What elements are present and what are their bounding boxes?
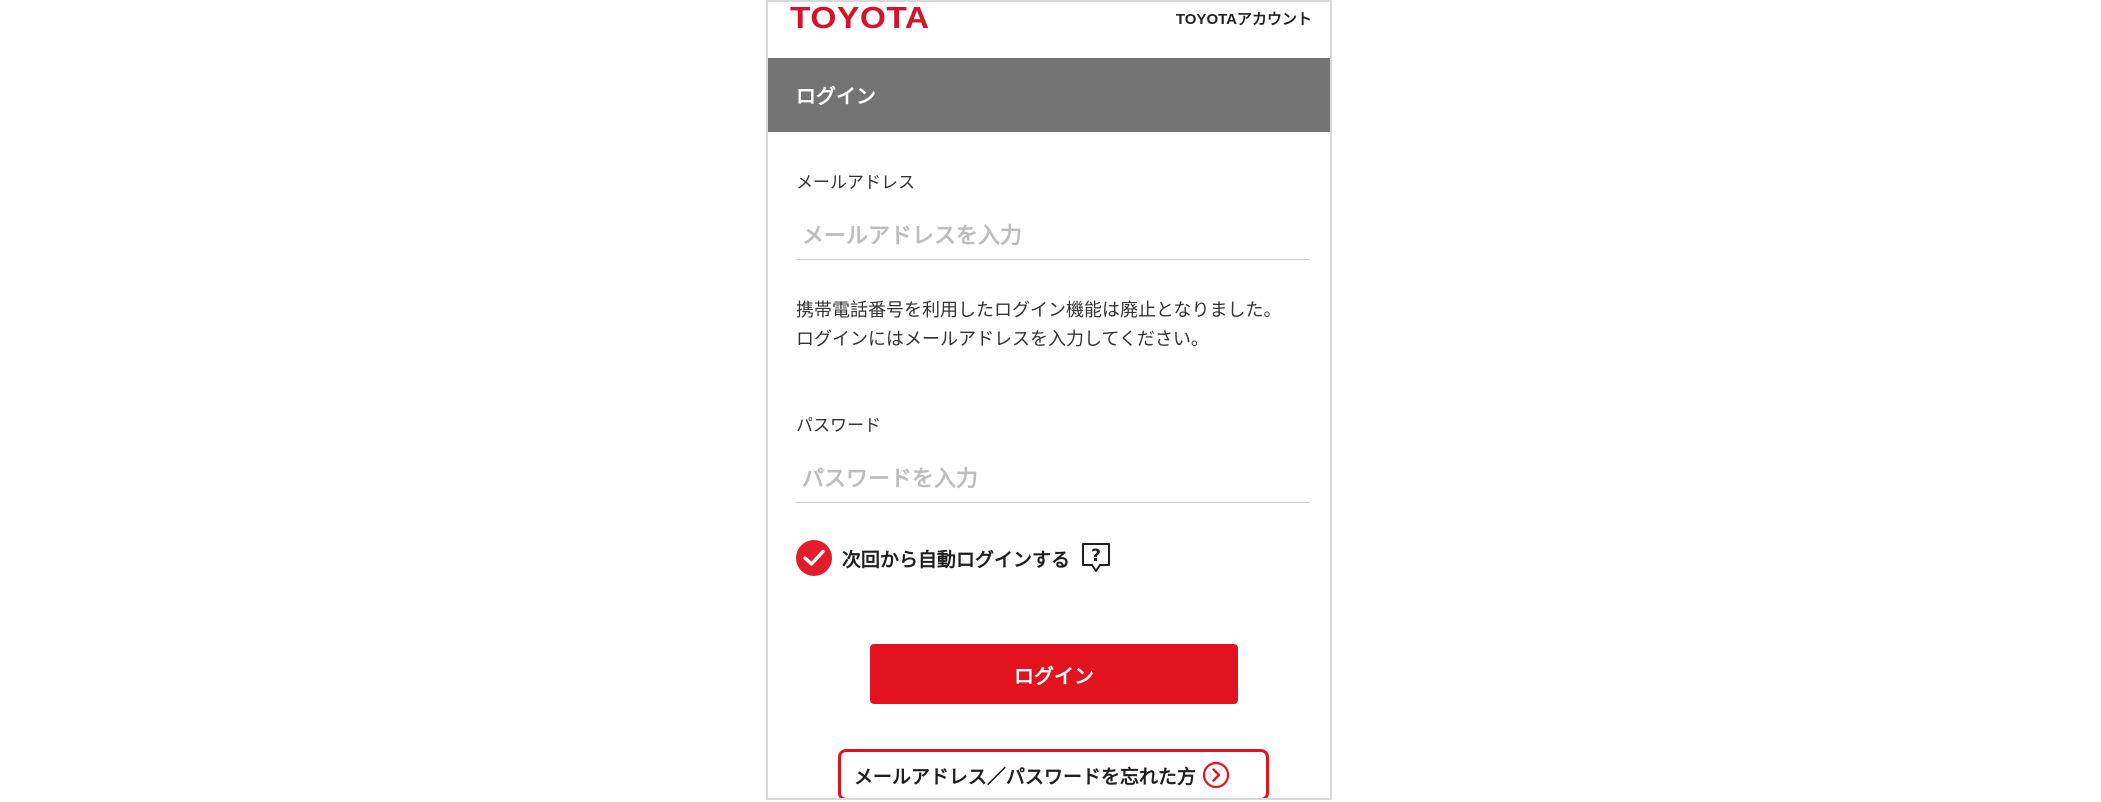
chevron-right-circle-icon (1202, 761, 1230, 789)
email-field[interactable] (796, 214, 1310, 260)
toyota-account-link[interactable]: TOYOTAアカウント (1176, 8, 1312, 29)
top-bar: TOYOTA TOYOTAアカウント (768, 0, 1330, 58)
password-label: パスワード (796, 416, 881, 436)
toyota-logo[interactable]: TOYOTA (790, 0, 930, 36)
login-screen: TOYOTA TOYOTAアカウント ログイン メールアドレス 携帯電話番号を利… (766, 0, 1332, 800)
login-button[interactable]: ログイン (870, 644, 1238, 704)
auto-login-checkbox[interactable] (796, 540, 832, 576)
auto-login-row: 次回から自動ログインする ? (796, 540, 1112, 576)
password-field[interactable] (796, 457, 1310, 503)
forgot-credentials-link[interactable]: メールアドレス／パスワードを忘れた方 (838, 749, 1269, 798)
help-bubble-icon[interactable]: ? (1080, 541, 1112, 575)
page-title: ログイン (796, 84, 876, 108)
section-header: ログイン (768, 58, 1330, 132)
auto-login-label[interactable]: 次回から自動ログインする (842, 545, 1070, 572)
svg-text:?: ? (1091, 546, 1101, 566)
forgot-credentials-label: メールアドレス／パスワードを忘れた方 (854, 765, 1197, 788)
notice-line-1: 携帯電話番号を利用したログイン機能は廃止となりました。 (796, 300, 1282, 321)
notice-text: 携帯電話番号を利用したログイン機能は廃止となりました。 ログインにはメールアドレ… (796, 296, 1316, 354)
checkmark-icon (803, 549, 825, 566)
email-label: メールアドレス (796, 173, 915, 193)
notice-line-2: ログインにはメールアドレスを入力してください。 (796, 329, 1209, 350)
